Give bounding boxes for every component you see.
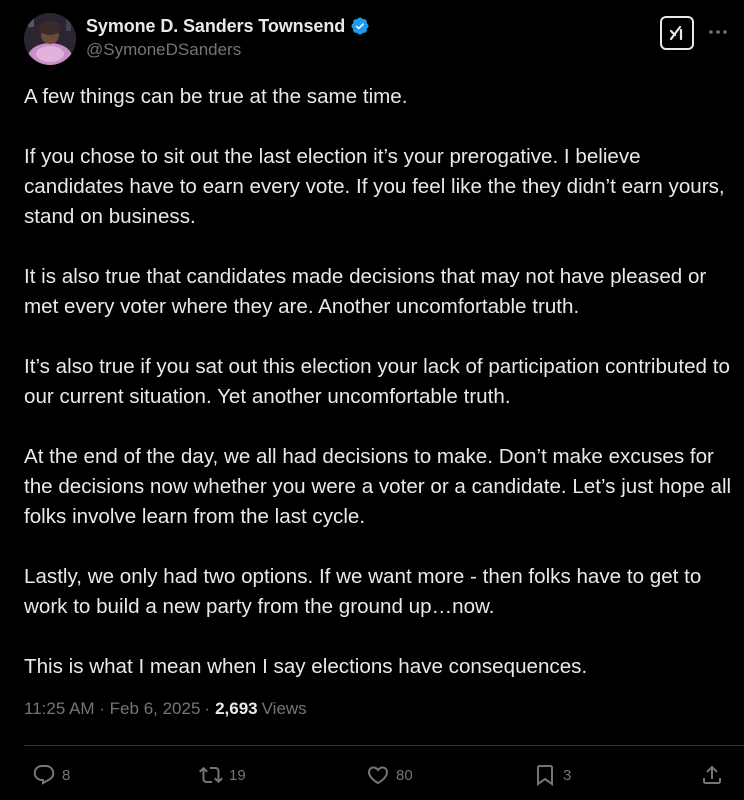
reply-button[interactable]: 8 [32, 763, 70, 787]
like-button[interactable]: 80 [366, 763, 413, 787]
more-options-button[interactable] [706, 20, 730, 44]
avatar-photo [24, 13, 76, 65]
tweet-meta: 11:25 AM · Feb 6, 2025 · 2,693 Views [24, 699, 307, 719]
author-display-name[interactable]: Symone D. Sanders Townsend [86, 16, 345, 37]
bookmark-button[interactable]: 3 [533, 763, 571, 787]
tweet-paragraph: It is also true that candidates made dec… [24, 265, 707, 318]
heart-icon [367, 766, 389, 785]
author-name-row[interactable]: Symone D. Sanders Townsend [86, 14, 370, 38]
tweet-paragraph: A few things can be true at the same tim… [24, 85, 408, 108]
author-handle[interactable]: @SymoneDSanders [86, 40, 241, 60]
bookmark-count: 3 [563, 766, 572, 784]
tweet-text: A few things can be true at the same tim… [24, 82, 736, 682]
verified-badge-icon[interactable] [350, 16, 370, 36]
action-bar: 8 19 80 3 [0, 746, 744, 800]
meta-separator: · [204, 699, 211, 718]
repost-button[interactable]: 19 [199, 763, 246, 787]
share-icon [703, 765, 721, 784]
bookmark-icon [537, 765, 553, 786]
tweet-paragraph: It’s also true if you sat out this elect… [24, 355, 730, 408]
repost-icon [199, 766, 223, 784]
grok-icon [669, 25, 683, 41]
views-count: 2,693 [215, 699, 258, 718]
reply-icon [33, 765, 55, 785]
avatar[interactable] [24, 13, 76, 65]
tweet-timestamp[interactable]: 11:25 AM · Feb 6, 2025 [24, 699, 200, 719]
tweet-detail: Symone D. Sanders Townsend @SymoneDSande… [0, 0, 744, 800]
views-label: Views [261, 699, 307, 718]
tweet-paragraph: This is what I mean when I say elections… [24, 655, 588, 678]
tweet-paragraph: At the end of the day, we all had decisi… [24, 445, 732, 528]
repost-count: 19 [229, 766, 246, 784]
reply-count: 8 [62, 766, 71, 784]
tweet-paragraph: If you chose to sit out the last electio… [24, 145, 725, 228]
more-options-icon [709, 30, 727, 34]
tweet-paragraph: Lastly, we only had two options. If we w… [24, 565, 702, 618]
share-button[interactable] [700, 763, 724, 787]
grok-button[interactable] [660, 16, 694, 50]
like-count: 80 [396, 766, 413, 784]
